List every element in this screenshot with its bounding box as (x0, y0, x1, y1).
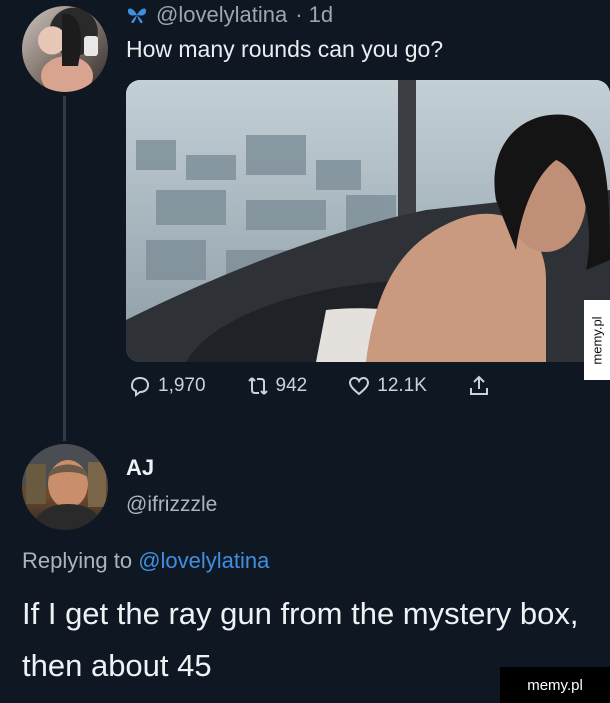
thread-connector-line (63, 96, 66, 441)
tweet-text: How many rounds can you go? (126, 36, 444, 62)
retweet-icon (247, 377, 268, 395)
reply-icon (130, 376, 150, 397)
tweet-media-photo[interactable] (126, 80, 610, 362)
reply-author-handle[interactable]: @ifrizzzle (126, 493, 217, 517)
side-watermark: memy.pl (584, 300, 610, 380)
tweet-author-handle[interactable]: @lovelylatina (156, 2, 287, 28)
side-watermark-text: memy.pl (589, 315, 605, 365)
share-action[interactable] (467, 374, 491, 398)
share-icon (469, 375, 488, 395)
bottom-watermark: memy.pl (500, 667, 610, 703)
tweet-action-bar: 1,970 942 12.1K (128, 374, 531, 398)
like-icon (349, 376, 370, 396)
tweet-timestamp[interactable]: · 1d (295, 2, 333, 28)
reply-action[interactable]: 1,970 (128, 374, 206, 398)
reply-count: 1,970 (158, 375, 206, 396)
retweet-count: 942 (275, 375, 308, 396)
replying-to-label: Replying to (22, 548, 133, 573)
tweet-header: @lovelylatina · 1d (126, 0, 333, 30)
replying-to-mention-link[interactable]: @lovelylatina (138, 548, 269, 573)
like-action[interactable]: 12.1K (347, 374, 427, 398)
reply-author-avatar[interactable] (22, 444, 108, 530)
original-poster-avatar[interactable] (22, 6, 108, 92)
retweet-action[interactable]: 942 (246, 374, 308, 398)
like-count: 12.1K (377, 375, 427, 396)
reply-author-name[interactable]: AJ (126, 455, 154, 481)
replying-to-line: Replying to @lovelylatina (22, 548, 269, 574)
butterfly-icon (127, 8, 147, 24)
